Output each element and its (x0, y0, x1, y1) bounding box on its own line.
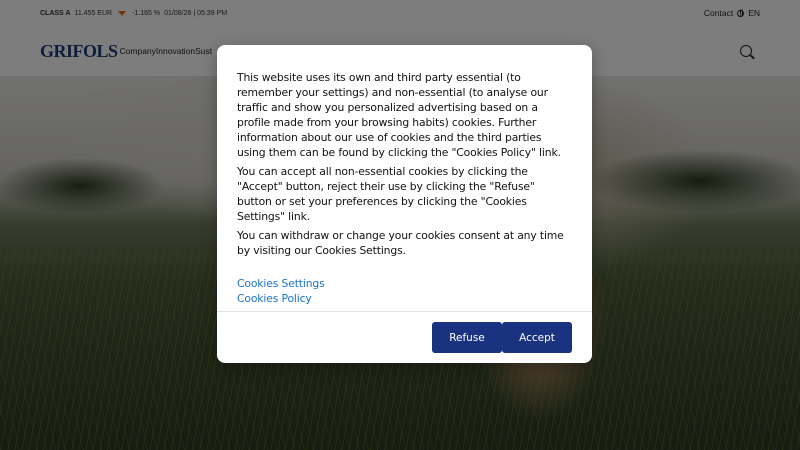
cookie-consent-modal: This website uses its own and third part… (217, 45, 592, 363)
modal-divider (217, 311, 592, 312)
cookie-modal-body: This website uses its own and third part… (217, 45, 592, 306)
cookie-links: Cookies Settings Cookies Policy (237, 276, 572, 306)
refuse-button[interactable]: Refuse (432, 322, 502, 353)
accept-button[interactable]: Accept (502, 322, 572, 353)
cookies-settings-link[interactable]: Cookies Settings (237, 276, 572, 291)
cookie-text-withdraw: You can withdraw or change your cookies … (237, 229, 564, 257)
cookie-text-intro: This website uses its own and third part… (237, 71, 561, 159)
cookie-text-options: You can accept all non-essential cookies… (237, 165, 535, 223)
cookie-modal-actions: Refuse Accept (432, 322, 572, 353)
cookies-policy-link[interactable]: Cookies Policy (237, 291, 572, 306)
